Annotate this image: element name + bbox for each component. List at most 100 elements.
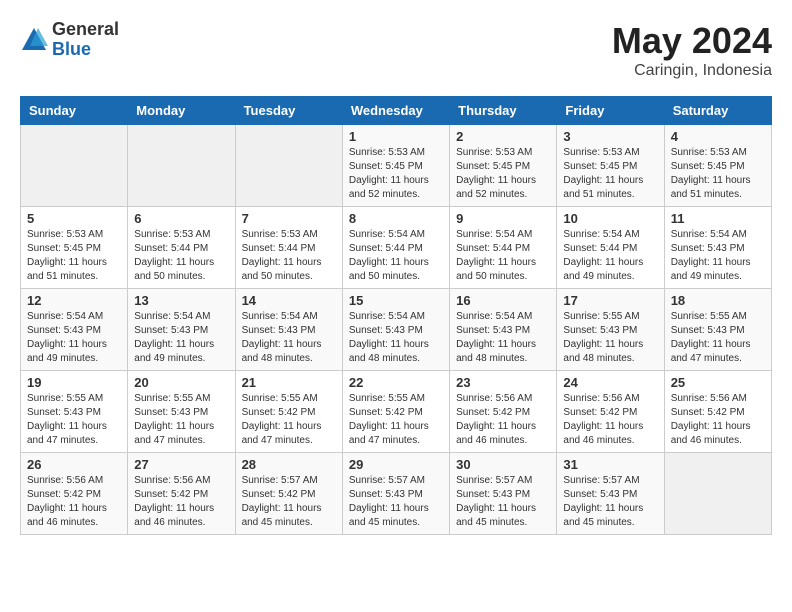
calendar-cell: 26Sunrise: 5:56 AM Sunset: 5:42 PM Dayli… xyxy=(21,453,128,535)
calendar-week-5: 26Sunrise: 5:56 AM Sunset: 5:42 PM Dayli… xyxy=(21,453,772,535)
day-info: Sunrise: 5:56 AM Sunset: 5:42 PM Dayligh… xyxy=(27,474,121,530)
day-number: 22 xyxy=(349,375,443,390)
day-info: Sunrise: 5:53 AM Sunset: 5:44 PM Dayligh… xyxy=(134,228,228,284)
header-wednesday: Wednesday xyxy=(342,97,449,125)
day-info: Sunrise: 5:55 AM Sunset: 5:43 PM Dayligh… xyxy=(134,392,228,448)
day-number: 19 xyxy=(27,375,121,390)
day-info: Sunrise: 5:57 AM Sunset: 5:43 PM Dayligh… xyxy=(456,474,550,530)
day-info: Sunrise: 5:53 AM Sunset: 5:44 PM Dayligh… xyxy=(242,228,336,284)
day-info: Sunrise: 5:54 AM Sunset: 5:44 PM Dayligh… xyxy=(456,228,550,284)
days-header-row: SundayMondayTuesdayWednesdayThursdayFrid… xyxy=(21,97,772,125)
calendar-cell: 17 Sunrise: 5:55 AM Sunset: 5:43 PM Dayli… xyxy=(557,289,664,371)
calendar-cell: 23 Sunrise: 5:56 AM Sunset: 5:42 PM Dayli… xyxy=(450,371,557,453)
calendar-cell: 3Sunrise: 5:53 AM Sunset: 5:45 PM Daylig… xyxy=(557,125,664,207)
day-info: Sunrise: 5:55 AM Sunset: 5:42 PM Dayligh… xyxy=(349,392,443,448)
day-number: 25 xyxy=(671,375,765,390)
calendar-cell: 21 Sunrise: 5:55 AM Sunset: 5:42 PM Dayli… xyxy=(235,371,342,453)
day-info: Sunrise: 5:55 AM Sunset: 5:43 PM Dayligh… xyxy=(563,310,657,366)
day-number: 8 xyxy=(349,211,443,226)
day-info: Sunrise: 5:53 AM Sunset: 5:45 PM Dayligh… xyxy=(456,146,550,202)
day-info: Sunrise: 5:56 AM Sunset: 5:42 PM Dayligh… xyxy=(671,392,765,448)
day-info: Sunrise: 5:53 AM Sunset: 5:45 PM Dayligh… xyxy=(349,146,443,202)
calendar-cell: 11Sunrise: 5:54 AM Sunset: 5:43 PM Dayli… xyxy=(664,207,771,289)
day-info: Sunrise: 5:54 AM Sunset: 5:44 PM Dayligh… xyxy=(563,228,657,284)
day-number: 30 xyxy=(456,457,550,472)
logo: General Blue xyxy=(20,20,119,60)
day-number: 20 xyxy=(134,375,228,390)
day-info: Sunrise: 5:54 AM Sunset: 5:43 PM Dayligh… xyxy=(671,228,765,284)
calendar-cell: 24 Sunrise: 5:56 AM Sunset: 5:42 PM Dayli… xyxy=(557,371,664,453)
calendar-cell: 31 Sunrise: 5:57 AM Sunset: 5:43 PM Dayli… xyxy=(557,453,664,535)
day-info: Sunrise: 5:53 AM Sunset: 5:45 PM Dayligh… xyxy=(27,228,121,284)
calendar-cell: 28 Sunrise: 5:57 AM Sunset: 5:42 PM Dayli… xyxy=(235,453,342,535)
logo-blue: Blue xyxy=(52,40,119,60)
calendar-cell: 20 Sunrise: 5:55 AM Sunset: 5:43 PM Dayli… xyxy=(128,371,235,453)
day-info: Sunrise: 5:54 AM Sunset: 5:44 PM Dayligh… xyxy=(349,228,443,284)
day-number: 23 xyxy=(456,375,550,390)
header-sunday: Sunday xyxy=(21,97,128,125)
location: Caringin, Indonesia xyxy=(612,62,772,80)
day-number: 9 xyxy=(456,211,550,226)
day-info: Sunrise: 5:53 AM Sunset: 5:45 PM Dayligh… xyxy=(563,146,657,202)
calendar-cell: 14Sunrise: 5:54 AM Sunset: 5:43 PM Dayli… xyxy=(235,289,342,371)
calendar-cell: 16Sunrise: 5:54 AM Sunset: 5:43 PM Dayli… xyxy=(450,289,557,371)
title-section: May 2024 Caringin, Indonesia xyxy=(612,20,772,80)
calendar-cell: 1 Sunrise: 5:53 AM Sunset: 5:45 PM Daylig… xyxy=(342,125,449,207)
day-info: Sunrise: 5:53 AM Sunset: 5:45 PM Dayligh… xyxy=(671,146,765,202)
calendar-cell: 30 Sunrise: 5:57 AM Sunset: 5:43 PM Dayli… xyxy=(450,453,557,535)
header-tuesday: Tuesday xyxy=(235,97,342,125)
day-info: Sunrise: 5:56 AM Sunset: 5:42 PM Dayligh… xyxy=(563,392,657,448)
day-number: 17 xyxy=(563,293,657,308)
day-info: Sunrise: 5:57 AM Sunset: 5:42 PM Dayligh… xyxy=(242,474,336,530)
day-number: 14 xyxy=(242,293,336,308)
day-number: 1 xyxy=(349,129,443,144)
calendar-cell: 5 Sunrise: 5:53 AM Sunset: 5:45 PM Daylig… xyxy=(21,207,128,289)
calendar-cell: 27Sunrise: 5:56 AM Sunset: 5:42 PM Dayli… xyxy=(128,453,235,535)
calendar-cell: 4 Sunrise: 5:53 AM Sunset: 5:45 PM Daylig… xyxy=(664,125,771,207)
calendar-cell: 15Sunrise: 5:54 AM Sunset: 5:43 PM Dayli… xyxy=(342,289,449,371)
day-info: Sunrise: 5:55 AM Sunset: 5:42 PM Dayligh… xyxy=(242,392,336,448)
day-number: 7 xyxy=(242,211,336,226)
day-number: 12 xyxy=(27,293,121,308)
calendar-cell xyxy=(21,125,128,207)
calendar-cell: 2Sunrise: 5:53 AM Sunset: 5:45 PM Daylig… xyxy=(450,125,557,207)
day-info: Sunrise: 5:56 AM Sunset: 5:42 PM Dayligh… xyxy=(456,392,550,448)
day-number: 21 xyxy=(242,375,336,390)
day-number: 31 xyxy=(563,457,657,472)
day-number: 28 xyxy=(242,457,336,472)
logo-icon xyxy=(20,26,48,54)
calendar-cell xyxy=(128,125,235,207)
header-thursday: Thursday xyxy=(450,97,557,125)
calendar-cell: 22 Sunrise: 5:55 AM Sunset: 5:42 PM Dayli… xyxy=(342,371,449,453)
day-number: 24 xyxy=(563,375,657,390)
day-info: Sunrise: 5:57 AM Sunset: 5:43 PM Dayligh… xyxy=(563,474,657,530)
day-info: Sunrise: 5:54 AM Sunset: 5:43 PM Dayligh… xyxy=(27,310,121,366)
calendar-cell: 25 Sunrise: 5:56 AM Sunset: 5:42 PM Dayli… xyxy=(664,371,771,453)
day-number: 18 xyxy=(671,293,765,308)
header-monday: Monday xyxy=(128,97,235,125)
day-number: 4 xyxy=(671,129,765,144)
calendar-week-2: 5 Sunrise: 5:53 AM Sunset: 5:45 PM Daylig… xyxy=(21,207,772,289)
calendar-cell: 6Sunrise: 5:53 AM Sunset: 5:44 PM Daylig… xyxy=(128,207,235,289)
day-info: Sunrise: 5:54 AM Sunset: 5:43 PM Dayligh… xyxy=(456,310,550,366)
header-saturday: Saturday xyxy=(664,97,771,125)
day-number: 10 xyxy=(563,211,657,226)
calendar-cell: 12 Sunrise: 5:54 AM Sunset: 5:43 PM Dayli… xyxy=(21,289,128,371)
page-header: General Blue May 2024 Caringin, Indonesi… xyxy=(20,20,772,80)
day-info: Sunrise: 5:55 AM Sunset: 5:43 PM Dayligh… xyxy=(27,392,121,448)
day-info: Sunrise: 5:55 AM Sunset: 5:43 PM Dayligh… xyxy=(671,310,765,366)
calendar-cell: 7 Sunrise: 5:53 AM Sunset: 5:44 PM Daylig… xyxy=(235,207,342,289)
day-info: Sunrise: 5:54 AM Sunset: 5:43 PM Dayligh… xyxy=(134,310,228,366)
day-number: 13 xyxy=(134,293,228,308)
calendar-cell: 13 Sunrise: 5:54 AM Sunset: 5:43 PM Dayli… xyxy=(128,289,235,371)
header-friday: Friday xyxy=(557,97,664,125)
calendar-cell: 19 Sunrise: 5:55 AM Sunset: 5:43 PM Dayli… xyxy=(21,371,128,453)
day-number: 5 xyxy=(27,211,121,226)
calendar-cell: 10 Sunrise: 5:54 AM Sunset: 5:44 PM Dayli… xyxy=(557,207,664,289)
calendar-cell: 29Sunrise: 5:57 AM Sunset: 5:43 PM Dayli… xyxy=(342,453,449,535)
logo-text: General Blue xyxy=(52,20,119,60)
calendar-week-4: 19 Sunrise: 5:55 AM Sunset: 5:43 PM Dayli… xyxy=(21,371,772,453)
calendar-cell: 8 Sunrise: 5:54 AM Sunset: 5:44 PM Daylig… xyxy=(342,207,449,289)
logo-general: General xyxy=(52,20,119,40)
calendar-cell: 9 Sunrise: 5:54 AM Sunset: 5:44 PM Daylig… xyxy=(450,207,557,289)
